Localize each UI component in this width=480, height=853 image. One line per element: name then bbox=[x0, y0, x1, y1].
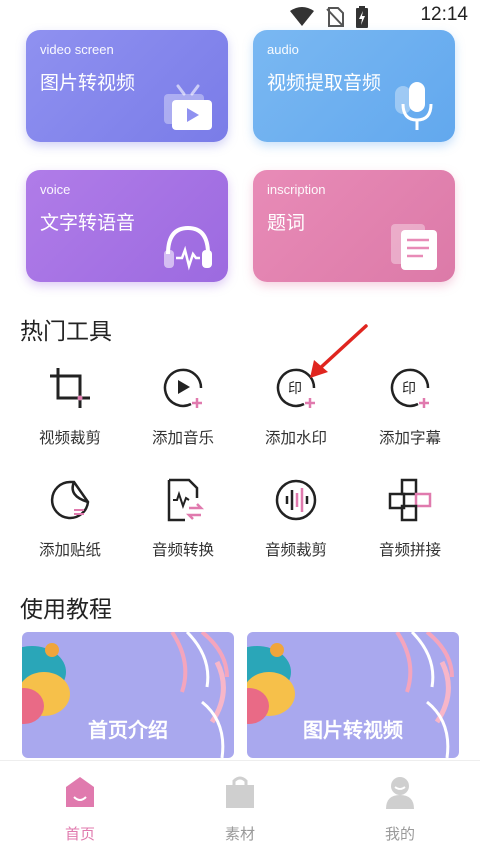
status-icons bbox=[290, 6, 368, 28]
tool-label: 音频裁剪 bbox=[264, 541, 327, 559]
card-subtitle: video screen bbox=[40, 42, 114, 57]
battery-charging-icon bbox=[356, 6, 368, 28]
tool-label: 添加音乐 bbox=[151, 429, 214, 447]
tool-label: 添加字幕 bbox=[378, 429, 441, 447]
tool-label: 添加贴纸 bbox=[38, 541, 101, 559]
card-title: 文字转语音 bbox=[40, 212, 136, 234]
tool-add-music[interactable]: 添加音乐 bbox=[128, 366, 238, 448]
tool-add-sticker[interactable]: 添加贴纸 bbox=[15, 478, 125, 560]
wifi-icon bbox=[290, 7, 314, 26]
status-bar: 12:14 bbox=[0, 0, 480, 34]
profile-icon bbox=[386, 777, 414, 809]
nav-label: 我的 bbox=[384, 825, 415, 843]
sticker-icon bbox=[50, 480, 90, 520]
status-time: 12:14 bbox=[420, 4, 468, 25]
card-subtitle: inscription bbox=[267, 182, 326, 197]
tool-label: 添加水印 bbox=[264, 429, 327, 447]
no-sim-icon bbox=[326, 7, 344, 27]
card-inscription[interactable]: inscription 题词 bbox=[253, 170, 455, 282]
tool-label: 音频拼接 bbox=[378, 541, 441, 559]
crop-icon bbox=[50, 368, 90, 408]
tutorial-card-home[interactable]: 首页介绍 bbox=[22, 632, 234, 758]
card-subtitle: audio bbox=[267, 42, 299, 57]
bag-icon bbox=[226, 776, 254, 808]
tutorial-card-image-to-video[interactable]: 图片转视频 bbox=[247, 632, 459, 758]
annotation-arrow bbox=[310, 324, 368, 378]
tool-label: 视频裁剪 bbox=[38, 429, 101, 447]
nav-profile[interactable]: 我的 bbox=[360, 775, 440, 844]
hot-tools-title: 热门工具 bbox=[20, 319, 112, 345]
audio-convert-icon bbox=[167, 478, 205, 522]
card-text-to-speech[interactable]: voice 文字转语音 bbox=[26, 170, 228, 282]
home-icon bbox=[66, 777, 94, 807]
microphone-icon bbox=[395, 82, 433, 130]
add-music-icon bbox=[163, 368, 203, 408]
tool-label: 音频转换 bbox=[151, 541, 214, 559]
audio-join-icon bbox=[388, 478, 432, 522]
tutorial-label: 首页介绍 bbox=[88, 718, 168, 742]
tv-icon bbox=[164, 84, 212, 130]
card-subtitle: voice bbox=[40, 182, 71, 197]
add-subtitle-icon: 印 bbox=[390, 368, 430, 408]
tool-video-crop[interactable]: 视频裁剪 bbox=[15, 366, 125, 448]
nav-label: 素材 bbox=[224, 825, 255, 843]
card-extract-audio[interactable]: audio 视频提取音频 bbox=[253, 30, 455, 142]
document-icon bbox=[391, 224, 437, 270]
tutorials-title: 使用教程 bbox=[20, 597, 112, 623]
nav-home[interactable]: 首页 bbox=[40, 775, 120, 844]
tool-audio-join[interactable]: 音频拼接 bbox=[355, 478, 465, 560]
card-title: 图片转视频 bbox=[40, 72, 136, 94]
headphones-icon bbox=[164, 225, 212, 271]
audio-cut-icon bbox=[275, 479, 317, 521]
tool-audio-cut[interactable]: 音频裁剪 bbox=[241, 478, 351, 560]
card-title: 视频提取音频 bbox=[267, 72, 382, 94]
tool-audio-convert[interactable]: 音频转换 bbox=[128, 478, 238, 560]
tutorial-label: 图片转视频 bbox=[303, 718, 403, 742]
nav-label: 首页 bbox=[64, 825, 95, 843]
bottom-nav: 首页 素材 我的 bbox=[0, 760, 480, 853]
card-image-to-video[interactable]: video screen 图片转视频 bbox=[26, 30, 228, 142]
subtitle-glyph: 印 bbox=[402, 381, 416, 397]
nav-materials[interactable]: 素材 bbox=[200, 775, 280, 844]
card-title: 题词 bbox=[267, 212, 306, 234]
